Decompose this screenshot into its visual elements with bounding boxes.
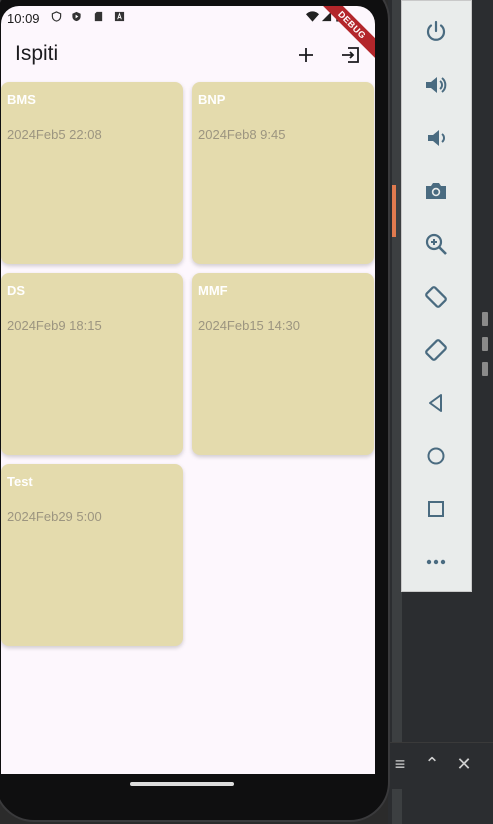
page-title: Ispiti [15,42,59,65]
power-icon[interactable] [419,15,453,49]
home-icon[interactable] [419,439,453,473]
nav-bar [0,774,380,804]
a-icon [114,11,125,22]
ide-marker [482,362,488,376]
ide-marker [482,312,488,326]
exam-date: 2024Feb5 22:08 [7,127,102,142]
exam-name: BNP [198,92,226,107]
sd-card-icon [94,11,103,22]
exam-card[interactable]: BMS 2024Feb5 22:08 [1,82,183,264]
back-icon[interactable] [419,386,453,420]
app-bar: Ispiti [1,30,375,80]
exam-name: DS [7,283,26,298]
wifi-icon [306,11,319,22]
phone-screen: 10:09 DEBUG Ispiti BMS 2024Feb5 22:08 BN… [1,6,375,774]
status-bar: 10:09 [1,6,375,30]
exam-name: BMS [7,92,36,107]
exam-date: 2024Feb29 5:00 [7,509,102,524]
phone-frame: 10:09 DEBUG Ispiti BMS 2024Feb5 22:08 BN… [0,0,390,822]
home-indicator[interactable] [130,782,234,786]
more-icon[interactable] [419,545,453,579]
soft-wrap-icon[interactable]: ≡ [388,752,412,776]
rotate-right-icon[interactable] [419,333,453,367]
chevron-up-icon[interactable]: ⌃ [420,752,444,776]
ide-marker [482,337,488,351]
exam-card[interactable]: Test 2024Feb29 5:00 [1,464,183,646]
exam-card[interactable]: BNP 2024Feb8 9:45 [192,82,374,264]
volume-down-icon[interactable] [419,121,453,155]
close-icon[interactable]: ✕ [452,752,476,776]
shield-icon [51,11,62,22]
volume-up-icon[interactable] [419,68,453,102]
rotate-left-icon[interactable] [419,280,453,314]
exam-date: 2024Feb9 18:15 [7,318,102,333]
exam-date: 2024Feb8 9:45 [198,127,286,142]
exam-name: MMF [198,283,228,298]
exam-card[interactable]: MMF 2024Feb15 14:30 [192,273,374,455]
exam-name: Test [7,474,33,489]
ide-accent-bar [392,185,396,237]
play-protect-icon [72,11,81,22]
add-icon[interactable] [292,41,320,69]
overview-icon[interactable] [419,492,453,526]
status-time: 10:09 [7,11,40,26]
logout-icon[interactable] [337,41,365,69]
emulator-panel [401,0,472,592]
camera-icon[interactable] [419,174,453,208]
zoom-icon[interactable] [419,227,453,261]
exam-card[interactable]: DS 2024Feb9 18:15 [1,273,183,455]
exam-date: 2024Feb15 14:30 [198,318,300,333]
